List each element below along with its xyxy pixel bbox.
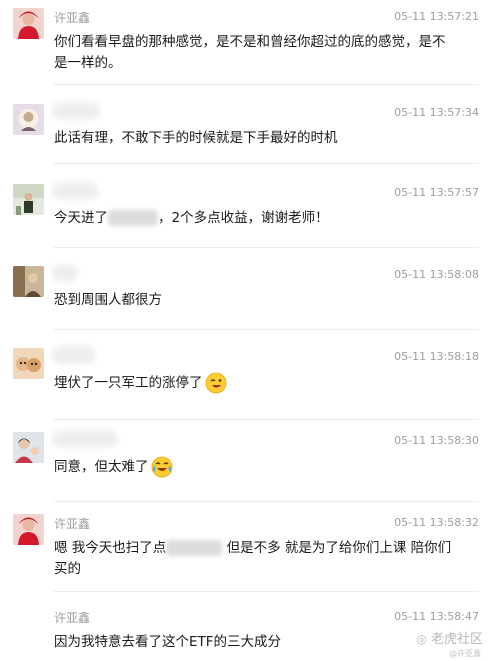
comment-text-before: 嗯 我今天也扫了点 [54, 540, 167, 556]
tiger-logo-icon: ◎ [416, 632, 427, 646]
watermark-sub: @许亚鑫 [449, 649, 481, 658]
comment-text: 今天进了 ，2个多点收益，谢谢老师！ [54, 208, 454, 229]
divider [54, 591, 479, 592]
timestamp: 05-11 13:58:47 [394, 610, 479, 623]
author-name-blurred[interactable] [52, 182, 98, 200]
comment-text: 嗯 我今天也扫了点 但是不多 就是为了给你们上课 陪你们买的 [54, 538, 454, 580]
author-name-blurred[interactable] [52, 264, 78, 282]
divider [54, 329, 479, 330]
timestamp: 05-11 13:58:08 [394, 268, 479, 281]
comment-text-body: 埋伏了一只军工的涨停了 [54, 375, 203, 391]
author-name[interactable]: 许亚鑫 [54, 9, 90, 26]
redacted-stock-name [166, 540, 223, 556]
avatar[interactable] [13, 514, 44, 545]
divider [54, 247, 479, 248]
divider [54, 163, 479, 164]
comment-text-body: 同意，但太难了 [54, 459, 149, 475]
divider [54, 84, 479, 85]
comment-item: 05-11 13:58:30 同意，但太难了 [0, 424, 493, 502]
divider [54, 501, 479, 502]
divider [54, 419, 479, 420]
avatar[interactable] [13, 104, 44, 135]
redacted-stock-name [108, 210, 158, 226]
timestamp: 05-11 13:57:57 [394, 186, 479, 199]
timestamp: 05-11 13:58:30 [394, 434, 479, 447]
comment-thread: 许亚鑫 05-11 13:57:21 你们看看早盘的那种感觉，是不是和曾经你超过… [0, 0, 493, 661]
grin-emoji-icon [205, 372, 226, 394]
comment-text: 埋伏了一只军工的涨停了 [54, 372, 454, 394]
comment-item: 05-11 13:58:18 埋伏了一只军工的涨停了 [0, 340, 493, 420]
comment-item: 05-11 13:57:57 今天进了 ，2个多点收益，谢谢老师！ [0, 176, 493, 248]
comment-text: 此话有理，不敢下手的时候就是下手最好的时机 [54, 130, 338, 146]
comment-text: 恐到周围人都很方 [54, 292, 162, 308]
timestamp: 05-11 13:57:34 [394, 106, 479, 119]
comment-item: 05-11 13:57:34 此话有理，不敢下手的时候就是下手最好的时机 [0, 96, 493, 164]
comment-text: 因为我特意去看了这个ETF的三大成分 [54, 634, 282, 650]
timestamp: 05-11 13:58:18 [394, 350, 479, 363]
crying-laughing-emoji-icon [151, 456, 172, 478]
author-name-blurred[interactable] [52, 430, 118, 448]
author-name-blurred[interactable] [52, 346, 96, 364]
avatar[interactable] [13, 432, 44, 463]
author-name-blurred[interactable] [52, 102, 100, 120]
comment-text: 同意，但太难了 [54, 456, 454, 478]
author-name[interactable]: 许亚鑫 [54, 515, 90, 532]
comment-item: 许亚鑫 05-11 13:58:32 嗯 我今天也扫了点 但是不多 就是为了给你… [0, 506, 493, 592]
avatar[interactable] [13, 348, 44, 379]
watermark-text: 老虎社区 [430, 632, 483, 647]
avatar[interactable] [13, 8, 44, 39]
avatar[interactable] [13, 184, 44, 215]
comment-text-after: ，2个多点收益，谢谢老师！ [158, 210, 329, 226]
author-name[interactable]: 许亚鑫 [54, 609, 90, 626]
comment-item: 许亚鑫 05-11 13:57:21 你们看看早盘的那种感觉，是不是和曾经你超过… [0, 0, 493, 85]
comment-text: 你们看看早盘的那种感觉，是不是和曾经你超过的底的感觉，是不是一样的。 [54, 34, 446, 71]
comment-item: 05-11 13:58:08 恐到周围人都很方 [0, 258, 493, 330]
watermark: ◎ 老虎社区 [416, 628, 483, 647]
comment-text-before: 今天进了 [54, 210, 108, 226]
avatar[interactable] [13, 266, 44, 297]
timestamp: 05-11 13:57:21 [394, 10, 479, 23]
timestamp: 05-11 13:58:32 [394, 516, 479, 529]
